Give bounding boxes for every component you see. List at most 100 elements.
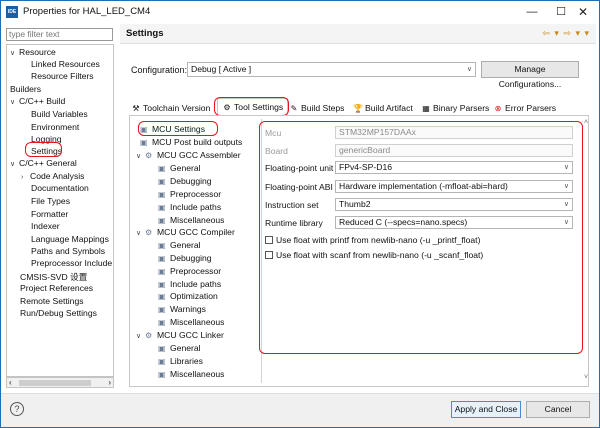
tool-item-ld-general[interactable]: ▣ General xyxy=(158,343,201,353)
tab-build-steps[interactable]: ✎ Build Steps xyxy=(289,100,345,116)
settings-page-icon: ▣ xyxy=(158,254,166,263)
tree-item-formatter[interactable]: Formatter xyxy=(31,209,68,219)
tool-item-asm-general[interactable]: ▣ General xyxy=(158,163,201,173)
configuration-label: Configuration: xyxy=(131,65,188,75)
tool-item-asm-preprocessor[interactable]: ▣ Preprocessor xyxy=(158,189,221,199)
tool-settings-tab-highlight xyxy=(214,97,289,116)
settings-page-icon: ▣ xyxy=(140,138,148,147)
settings-page-icon: ▣ xyxy=(158,241,166,250)
dialog-button-bar: ? Apply and Close Cancel xyxy=(1,393,599,427)
tree-item-paths-and-symbols[interactable]: Paths and Symbols xyxy=(31,246,105,256)
scroll-down-icon[interactable]: ˅ xyxy=(584,374,588,381)
settings-page-icon: ▣ xyxy=(158,203,166,212)
settings-page-icon: ▣ xyxy=(158,216,166,225)
tool-item-gcc-linker[interactable]: ∨ ⚙ MCU GCC Linker xyxy=(136,330,224,340)
settings-highlight xyxy=(25,142,62,157)
tree-item-builders[interactable]: Builders xyxy=(10,84,41,94)
help-icon[interactable]: ? xyxy=(10,402,24,416)
tree-item-linked-resources[interactable]: Linked Resources xyxy=(31,59,100,69)
manage-configurations-button[interactable]: Manage Configurations... xyxy=(481,61,579,89)
tab-error-parsers[interactable]: ⊗ Error Parsers xyxy=(493,100,556,116)
tool-item-cc-warnings[interactable]: ▣ Warnings xyxy=(158,304,206,314)
tool-item-cc-miscellaneous[interactable]: ▣ Miscellaneous xyxy=(158,317,224,327)
settings-page-icon: ▣ xyxy=(158,344,166,353)
tool-item-mcu-post-build[interactable]: ▣ MCU Post build outputs xyxy=(140,137,242,147)
tree-horizontal-scrollbar[interactable]: ‹ › xyxy=(6,377,114,388)
apply-and-close-button[interactable]: Apply and Close xyxy=(451,401,521,418)
property-tree: ∨ Resource Linked Resources Resource Filt… xyxy=(6,44,114,377)
tool-item-asm-miscellaneous[interactable]: ▣ Miscellaneous xyxy=(158,215,224,225)
history-nav-icons[interactable]: ⇦ ▾ ⇨ ▾ ▾ xyxy=(542,28,590,39)
scroll-right-icon[interactable]: › xyxy=(108,378,111,388)
tool-item-cc-optimization[interactable]: ▣ Optimization xyxy=(158,291,218,301)
tool-gear-icon: ⚙ xyxy=(145,331,153,340)
window-title: Properties for HAL_LED_CM4 xyxy=(23,6,151,17)
cancel-button[interactable]: Cancel xyxy=(526,401,590,418)
tree-item-indexer[interactable]: Indexer xyxy=(31,221,60,231)
tree-item-cmsis-svd[interactable]: CMSIS-SVD 设置 xyxy=(20,271,87,283)
tree-item-documentation[interactable]: Documentation xyxy=(31,183,89,193)
tool-item-ld-miscellaneous[interactable]: ▣ Miscellaneous xyxy=(158,369,224,379)
settings-header: Settings ⇦ ▾ ⇨ ▾ ▾ xyxy=(120,24,596,44)
properties-window: IDE Properties for HAL_LED_CM4 — ☐ ✕ typ… xyxy=(0,0,600,428)
tree-item-resource[interactable]: ∨ Resource xyxy=(10,47,56,57)
chevron-down-icon: ∨ xyxy=(466,66,472,73)
tree-item-cpp-build[interactable]: ∨ C/C++ Build xyxy=(10,96,65,106)
tool-item-asm-debugging[interactable]: ▣ Debugging xyxy=(158,176,212,186)
chevron-right-icon[interactable]: › xyxy=(21,174,30,181)
close-button[interactable]: ✕ xyxy=(564,1,600,23)
tool-item-cc-debugging[interactable]: ▣ Debugging xyxy=(158,253,212,263)
panel-vertical-scrollbar[interactable]: ˄ ˅ xyxy=(583,119,593,385)
filter-input[interactable]: type filter text xyxy=(6,28,113,41)
settings-tabs: ⚒ Toolchain Version ⚙ Tool Settings ✎ Build… xyxy=(129,98,589,116)
scroll-thumb[interactable] xyxy=(19,380,91,386)
tool-item-cc-general[interactable]: ▣ General xyxy=(158,240,201,250)
configuration-select[interactable]: Debug [ Active ] ∨ xyxy=(187,62,476,77)
tool-item-cc-preprocessor[interactable]: ▣ Preprocessor xyxy=(158,266,221,276)
settings-page-icon: ▣ xyxy=(158,280,166,289)
scroll-up-icon[interactable]: ˄ xyxy=(584,119,588,126)
tree-item-run-debug-settings[interactable]: Run/Debug Settings xyxy=(20,308,97,318)
settings-page-icon: ▣ xyxy=(158,357,166,366)
tree-item-language-mappings[interactable]: Language Mappings xyxy=(31,234,109,244)
tree-item-file-types[interactable]: File Types xyxy=(31,196,70,206)
settings-page-icon: ▣ xyxy=(158,318,166,327)
settings-page-icon: ▣ xyxy=(158,177,166,186)
tab-build-artifact[interactable]: 🏆 Build Artifact xyxy=(353,100,413,116)
tab-toolchain-version[interactable]: ⚒ Toolchain Version xyxy=(131,100,210,116)
settings-page-icon: ▣ xyxy=(158,164,166,173)
tool-item-ld-libraries[interactable]: ▣ Libraries xyxy=(158,356,203,366)
tree-item-remote-settings[interactable]: Remote Settings xyxy=(20,296,84,306)
app-icon: IDE xyxy=(6,6,18,18)
scroll-left-icon[interactable]: ‹ xyxy=(9,378,12,388)
tool-gear-icon: ⚙ xyxy=(145,151,153,160)
fields-highlight xyxy=(259,121,583,354)
chevron-down-icon[interactable]: ∨ xyxy=(136,229,145,237)
tree-item-resource-filters[interactable]: Resource Filters xyxy=(31,71,94,81)
chevron-down-icon[interactable]: ∨ xyxy=(136,332,145,340)
tree-item-project-references[interactable]: Project References xyxy=(20,283,93,293)
tree-item-code-analysis[interactable]: › Code Analysis xyxy=(21,171,84,181)
chevron-down-icon[interactable]: ∨ xyxy=(136,152,145,160)
tool-gear-icon: ⚙ xyxy=(145,228,153,237)
tab-binary-parsers[interactable]: ▦ Binary Parsers xyxy=(421,100,489,116)
tree-item-cpp-general[interactable]: ∨ C/C++ General xyxy=(10,158,77,168)
chevron-down-icon[interactable]: ∨ xyxy=(10,49,19,57)
settings-page-icon: ▣ xyxy=(158,267,166,276)
settings-page-icon: ▣ xyxy=(158,190,166,199)
settings-page-icon: ▣ xyxy=(158,305,166,314)
tree-item-preprocessor-include[interactable]: Preprocessor Include xyxy=(31,258,112,268)
tool-settings-tree: ▣ MCU Settings ▣ MCU Post build outputs ∨ ⚙… xyxy=(136,121,261,383)
mcu-settings-highlight xyxy=(138,121,218,136)
tool-item-asm-include-paths[interactable]: ▣ Include paths xyxy=(158,202,221,212)
tree-item-environment[interactable]: Environment xyxy=(31,122,79,132)
tool-item-gcc-assembler[interactable]: ∨ ⚙ MCU GCC Assembler xyxy=(136,150,241,160)
chevron-down-icon[interactable]: ∨ xyxy=(10,98,19,106)
title-bar: IDE Properties for HAL_LED_CM4 — ☐ ✕ xyxy=(1,1,599,23)
chevron-down-icon[interactable]: ∨ xyxy=(10,160,19,168)
settings-title: Settings xyxy=(126,28,164,39)
settings-page-icon: ▣ xyxy=(158,292,166,301)
tool-item-cc-include-paths[interactable]: ▣ Include paths xyxy=(158,279,221,289)
tree-item-build-variables[interactable]: Build Variables xyxy=(31,109,88,119)
tool-item-gcc-compiler[interactable]: ∨ ⚙ MCU GCC Compiler xyxy=(136,227,235,237)
